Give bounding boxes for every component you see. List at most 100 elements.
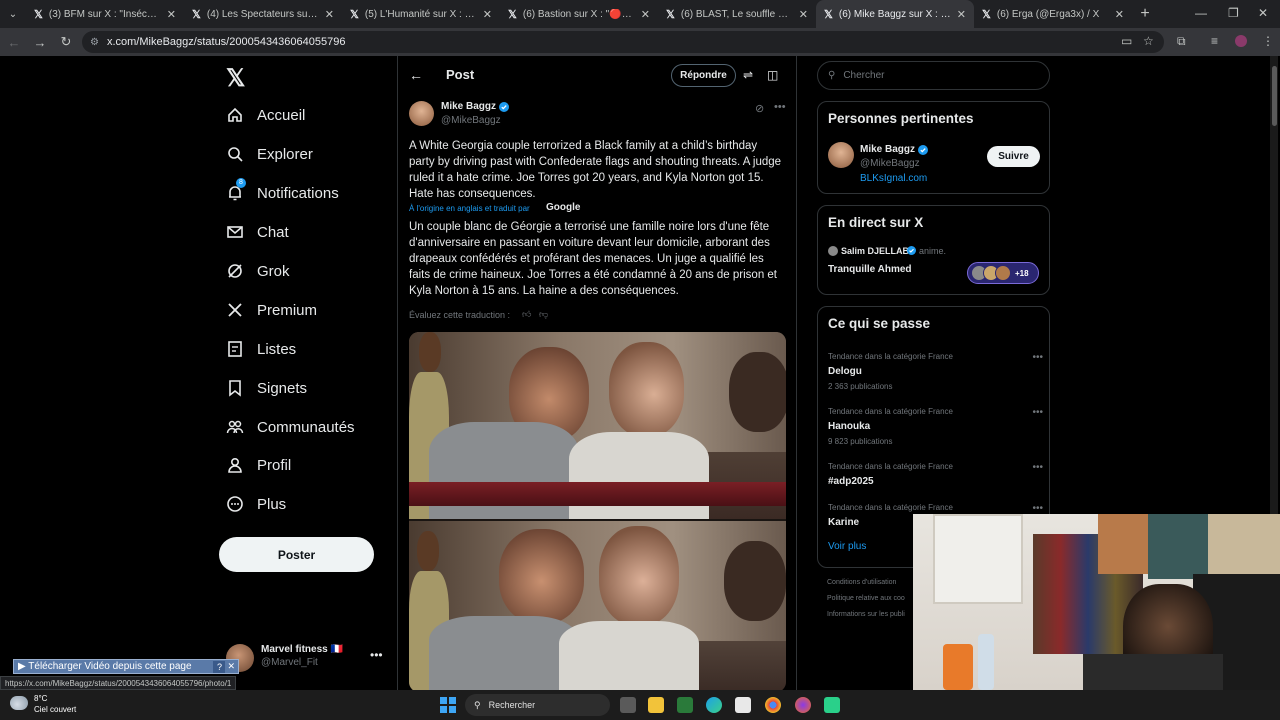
tab-search-button[interactable]: ⌄ (0, 0, 26, 28)
more-icon[interactable]: ••• (370, 648, 383, 662)
browser-tab[interactable]: 𝕏 (4) Les Spectateurs sur X : "🔴 F ✕ (184, 0, 342, 28)
download-video-bar[interactable]: ▶ Télécharger Vidéo depuis cette page ? … (13, 659, 239, 674)
trend-category: Tendance dans la catégorie France (828, 462, 953, 471)
more-options-icon[interactable]: ••• (1032, 503, 1043, 514)
profile-avatar[interactable] (1235, 35, 1247, 47)
see-more-link[interactable]: Voir plus (828, 541, 866, 552)
weather-desc[interactable]: Ciel couvert (34, 705, 76, 714)
back-arrow-icon[interactable]: ← (409, 67, 423, 83)
trend-item[interactable]: Tendance dans la catégorie France Delogu 2… (828, 352, 1043, 391)
reply-button[interactable]: Répondre (671, 64, 736, 87)
more-options-icon[interactable]: ••• (774, 101, 786, 113)
nav-item-premium[interactable]: Premium (226, 295, 317, 325)
more-options-icon[interactable]: ••• (1032, 462, 1043, 473)
trend-item[interactable]: Tendance dans la catégorie France #adp202… (828, 462, 1043, 487)
reload-icon[interactable]: ↻ (54, 34, 78, 50)
footer-link[interactable]: Conditions d'utilisation (827, 579, 896, 586)
nav-item-plus[interactable]: Plus (226, 489, 286, 519)
footer-link[interactable]: Informations sur les publi (827, 611, 905, 618)
grok-icon[interactable]: ⊘ (755, 102, 764, 115)
author-handle[interactable]: @MikeBaggz (441, 115, 501, 126)
more-options-icon[interactable]: ••• (1032, 352, 1043, 363)
browser-tab[interactable]: 𝕏 (6) Erga (@Erga3x) / X ✕ (974, 0, 1132, 28)
store-icon[interactable] (735, 697, 751, 713)
close-tab-icon[interactable]: ✕ (483, 8, 492, 21)
author-name[interactable]: Mike Baggz (441, 101, 496, 112)
back-icon[interactable]: ← (2, 35, 26, 50)
live-host-name[interactable]: Salim DJELLAB (841, 246, 909, 256)
nav-item-accueil[interactable]: Accueil (226, 100, 305, 130)
browser-tab[interactable]: 𝕏 (5) L'Humanité sur X : ""Parler c ✕ (342, 0, 500, 28)
nav-item-chat[interactable]: Chat (226, 217, 289, 247)
new-tab-button[interactable]: + (1132, 5, 1158, 23)
cast-icon[interactable]: ▭ (1121, 34, 1132, 48)
search-input[interactable]: ⚲ Chercher (817, 61, 1050, 90)
trend-item[interactable]: Tendance dans la catégorie France Hanouka… (828, 407, 1043, 446)
live-listeners-pill[interactable]: +18 (967, 262, 1039, 284)
relevant-link[interactable]: BLKsIgnal.com (860, 173, 927, 184)
close-window-icon[interactable]: ✕ (1258, 6, 1268, 20)
close-tab-icon[interactable]: ✕ (1115, 8, 1124, 21)
filter-icon[interactable]: ⇌ (743, 68, 753, 82)
thumb-up-icon[interactable]: 👍︎ (522, 309, 531, 320)
reader-mode-icon[interactable]: ◫ (767, 68, 778, 82)
close-tab-icon[interactable]: ✕ (641, 8, 650, 21)
close-tab-icon[interactable]: ✕ (957, 8, 966, 21)
xbox-icon[interactable] (677, 697, 693, 713)
help-icon[interactable]: ? (213, 660, 226, 673)
reading-list-icon[interactable]: ≡ (1211, 34, 1218, 48)
windows-start-icon[interactable] (440, 697, 456, 713)
forward-icon[interactable]: → (28, 35, 52, 50)
browser-tab[interactable]: 𝕏 (6) Mike Baggz sur X : "A White ✕ (816, 0, 974, 28)
nav-item-profil[interactable]: Profil (226, 450, 291, 480)
browser-tab[interactable]: 𝕏 (3) BFM sur X : "Insécurité à Ma ✕ (26, 0, 184, 28)
follow-button[interactable]: Suivre (987, 146, 1040, 167)
avatar[interactable] (828, 142, 854, 168)
post-photo-1[interactable] (409, 332, 786, 519)
scroll-thumb[interactable] (1272, 66, 1277, 126)
address-bar[interactable]: ⚙ x.com/MikeBaggz/status/200054343606405… (82, 31, 1164, 53)
taskbar-search[interactable]: ⚲ Rechercher (465, 694, 610, 716)
file-explorer-icon[interactable] (648, 697, 664, 713)
site-info-icon[interactable]: ⚙ (90, 37, 99, 48)
footer-link[interactable]: Politique relative aux coo (827, 595, 905, 602)
extensions-icon[interactable]: ⧉ (1177, 34, 1186, 49)
live-space-title[interactable]: Tranquille Ahmed (828, 264, 912, 275)
restore-icon[interactable]: ❐ (1228, 6, 1239, 20)
relevant-handle[interactable]: @MikeBaggz (860, 158, 920, 169)
weather-temp[interactable]: 8°C (34, 694, 47, 703)
bookmark-star-icon[interactable]: ☆ (1143, 34, 1154, 48)
post-button[interactable]: Poster (219, 537, 374, 572)
browser-tab[interactable]: 𝕏 (6) Bastion sur X : "🔴🚀 re Al. ✕ (500, 0, 658, 28)
translation-note[interactable]: À l'origine en anglais et traduit par (409, 204, 530, 213)
nav-item-grok[interactable]: Grok (226, 256, 290, 286)
app-icon[interactable] (824, 697, 840, 713)
nav-item-communautés[interactable]: Communautés (226, 412, 355, 442)
chrome-menu-icon[interactable]: ⋮ (1262, 34, 1274, 48)
thumb-down-icon[interactable]: 👎︎ (539, 309, 548, 320)
close-tab-icon[interactable]: ✕ (167, 8, 176, 21)
chrome-icon[interactable] (765, 697, 781, 713)
edge-icon[interactable] (706, 697, 722, 713)
card-title: En direct sur X (828, 215, 924, 230)
task-view-icon[interactable] (620, 697, 636, 713)
post-photo-2[interactable] (409, 521, 786, 690)
nav-item-signets[interactable]: Signets (226, 373, 307, 403)
author-avatar[interactable] (409, 101, 434, 126)
firefox-icon[interactable] (795, 697, 811, 713)
cloud-icon[interactable] (10, 696, 28, 710)
more-options-icon[interactable]: ••• (1032, 407, 1043, 418)
nav-item-listes[interactable]: Listes (226, 334, 296, 364)
x-logo-icon[interactable]: 𝕏 (226, 64, 245, 93)
nav-item-notifications[interactable]: 8 Notifications (226, 178, 339, 208)
account-switcher[interactable]: Marvel fitness 🇫🇷 @Marvel_Fit ••• (226, 640, 386, 680)
close-tab-icon[interactable]: ✕ (799, 8, 808, 21)
close-tab-icon[interactable]: ✕ (325, 8, 334, 21)
minimize-icon[interactable]: — (1195, 6, 1207, 20)
account-handle: @Marvel_Fit (261, 657, 318, 668)
post-media[interactable] (409, 332, 786, 690)
relevant-name[interactable]: Mike Baggz (860, 144, 915, 155)
nav-item-explorer[interactable]: Explorer (226, 139, 313, 169)
browser-tab[interactable]: 𝕏 (6) BLAST, Le souffle de l'info s ✕ (658, 0, 816, 28)
close-icon[interactable]: ✕ (227, 661, 235, 672)
